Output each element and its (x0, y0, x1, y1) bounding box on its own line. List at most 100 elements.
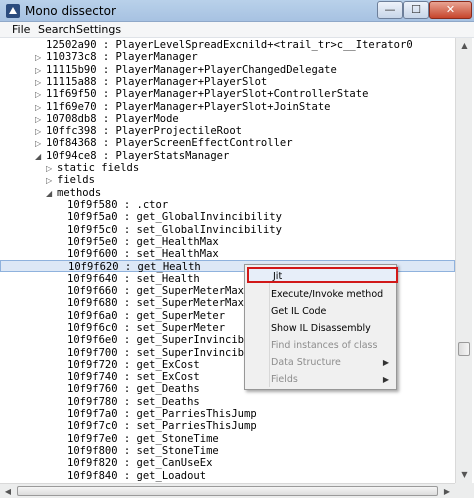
method-row[interactable]: 10f9f600 : set_HealthMax (0, 248, 455, 260)
tree-row-label: 10f9f6c0 : set_SuperMeter (67, 321, 226, 334)
method-row[interactable]: 10f9f7e0 : get_StoneTime (0, 433, 455, 445)
scroll-down-button[interactable]: ▼ (456, 467, 473, 483)
menu-bar: File Search Settings (0, 22, 474, 38)
tree-row-label: 10f9f5a0 : get_GlobalInvincibility (67, 211, 282, 224)
horizontal-scroll-thumb[interactable] (17, 486, 438, 496)
context-item-get-il-code[interactable]: Get IL Code (271, 304, 395, 320)
tree-row-label: 10f9f780 : set_Deaths (67, 395, 200, 408)
tree-row-label: 10f9f5e0 : get_HealthMax (67, 235, 219, 248)
menu-file[interactable]: File (12, 23, 30, 36)
tree-row-label: 10f9f680 : set_SuperMeterMax (67, 297, 245, 310)
expand-arrow-icon[interactable]: ▷ (46, 163, 52, 175)
context-item-label: Get IL Code (271, 306, 327, 317)
method-row[interactable]: 10f9f580 : .ctor (0, 199, 455, 211)
minimize-button[interactable]: — (377, 1, 403, 19)
tree-row-label: 10f84368 : PlayerScreenEffectController (46, 137, 293, 150)
class-row[interactable]: ▷ 10708db8 : PlayerMode (0, 113, 455, 125)
collapse-arrow-icon[interactable]: ◢ (35, 151, 41, 163)
expand-arrow-icon[interactable]: ▷ (35, 65, 41, 77)
class-row[interactable]: ▷ 110373c8 : PlayerManager (0, 51, 455, 63)
method-row[interactable]: 10f9f5a0 : get_GlobalInvincibility (0, 211, 455, 223)
method-row[interactable]: 10f9f780 : set_Deaths (0, 396, 455, 408)
tree-folder-row[interactable]: ◢ methods (0, 187, 455, 199)
context-item-label: Find instances of class (271, 340, 378, 351)
menu-search[interactable]: Search (38, 23, 76, 36)
method-row[interactable]: 10f9f5e0 : get_HealthMax (0, 236, 455, 248)
expand-arrow-icon[interactable]: ▷ (35, 102, 41, 114)
context-item-find-instances-of-class: Find instances of class (271, 338, 395, 354)
tree-row-label: 10f9f800 : set_StoneTime (67, 444, 219, 457)
tree-row-label: fields (57, 174, 95, 187)
method-row[interactable]: 10f9f820 : get_CanUseEx (0, 457, 455, 469)
maximize-button[interactable]: ☐ (403, 1, 429, 19)
tree-row-label: 10f9f6e0 : get_SuperInvincibl (67, 334, 251, 347)
collapse-arrow-icon[interactable]: ◢ (46, 188, 52, 200)
context-item-execute-invoke-method[interactable]: Execute/Invoke method (271, 287, 395, 303)
class-row[interactable]: ▷ 11115a88 : PlayerManager+PlayerSlot (0, 76, 455, 88)
class-row[interactable]: ▷ 11f69e70 : PlayerManager+PlayerSlot+Joi… (0, 101, 455, 113)
tree-row-label: 12502a90 : PlayerLevelSpreadExcnild+<tra… (46, 39, 413, 51)
context-item-label: Execute/Invoke method (271, 289, 384, 300)
tree-row-label: 11115a88 : PlayerManager+PlayerSlot (46, 75, 268, 88)
class-row[interactable]: 12502a90 : PlayerLevelSpreadExcnild+<tra… (0, 39, 455, 51)
tree-row-label: 11f69f50 : PlayerManager+PlayerSlot+Cont… (46, 88, 369, 101)
submenu-arrow-icon: ▶ (382, 375, 389, 384)
tree-folder-row[interactable]: ▷ static fields (0, 162, 455, 174)
tree-row-label: 10f9f7e0 : get_StoneTime (67, 432, 219, 445)
tree-row-label: 11f69e70 : PlayerManager+PlayerSlot+Join… (46, 100, 331, 113)
tree-row-label: methods (57, 186, 102, 199)
tree-row-label: 110373c8 : PlayerManager (46, 51, 198, 64)
class-row[interactable]: ▷ 11f69f50 : PlayerManager+PlayerSlot+Con… (0, 88, 455, 100)
tree-row-label: 10ffc398 : PlayerProjectileRoot (46, 125, 242, 138)
context-item-jit[interactable]: Jit (247, 267, 398, 283)
context-item-label: Show IL Disassembly (271, 323, 371, 334)
scroll-right-button[interactable]: ▶ (439, 484, 455, 498)
class-row[interactable]: ◢ 10f94ce8 : PlayerStatsManager (0, 150, 455, 162)
tree-row-label: 10f9f740 : set_ExCost (67, 371, 200, 384)
tree-row-label: 10f9f640 : set_Health (67, 272, 200, 285)
vertical-scroll-thumb[interactable] (458, 342, 470, 356)
app-icon (6, 4, 20, 18)
context-item-label: Fields (271, 374, 298, 385)
class-row[interactable]: ▷ 10ffc398 : PlayerProjectileRoot (0, 125, 455, 137)
method-row[interactable]: 10f9f840 : get_Loadout (0, 470, 455, 482)
vertical-scrollbar[interactable]: ▲ ▼ (455, 38, 472, 483)
scroll-left-button[interactable]: ◀ (0, 484, 16, 498)
method-row[interactable]: 10f9f800 : set_StoneTime (0, 445, 455, 457)
expand-arrow-icon[interactable]: ▷ (46, 175, 52, 187)
context-item-show-il-disassembly[interactable]: Show IL Disassembly (271, 321, 395, 337)
tree-row-label: static fields (57, 162, 140, 174)
scroll-up-button[interactable]: ▲ (456, 38, 473, 54)
close-button[interactable]: ✕ (429, 1, 472, 19)
tree-row-label: 10f9f720 : get_ExCost (67, 358, 200, 371)
class-row[interactable]: ▷ 11115b90 : PlayerManager+PlayerChangedD… (0, 64, 455, 76)
class-tree-view[interactable]: 12502a90 : PlayerLevelSpreadExcnild+<tra… (0, 38, 455, 483)
tree-row-label: 10f9f600 : set_HealthMax (67, 248, 219, 261)
expand-arrow-icon[interactable]: ▷ (35, 89, 41, 101)
context-item-label: Jit (273, 271, 283, 282)
method-row[interactable]: 10f9f5c0 : set_GlobalInvincibility (0, 224, 455, 236)
title-bar[interactable]: Mono dissector — ☐ ✕ (0, 0, 474, 22)
tree-row-label: 10f9f620 : get_Health (68, 261, 201, 274)
context-item-fields: Fields ▶ (271, 372, 395, 388)
tree-folder-row[interactable]: ▷ fields (0, 174, 455, 186)
expand-arrow-icon[interactable]: ▷ (35, 52, 41, 64)
context-item-label: Data Structure (271, 357, 341, 368)
tree-row-label: 10f9f6a0 : get_SuperMeter (67, 309, 226, 322)
tree-row-label: 10708db8 : PlayerMode (46, 112, 179, 125)
tree-row-label: 10f9f820 : get_CanUseEx (67, 457, 213, 470)
tree-row-label: 10f9f700 : set_SuperInvincibl (67, 346, 251, 359)
expand-arrow-icon[interactable]: ▷ (35, 138, 41, 150)
method-row[interactable]: 10f9f7c0 : set_ParriesThisJump (0, 420, 455, 432)
class-row[interactable]: ▷ 10f84368 : PlayerScreenEffectController (0, 137, 455, 149)
expand-arrow-icon[interactable]: ▷ (35, 126, 41, 138)
method-row[interactable]: 10f9f7a0 : get_ParriesThisJump (0, 408, 455, 420)
expand-arrow-icon[interactable]: ▷ (35, 77, 41, 89)
tree-row-label: 10f9f840 : get_Loadout (67, 469, 207, 482)
horizontal-scrollbar[interactable]: ◀ ▶ (0, 483, 455, 498)
expand-arrow-icon[interactable]: ▷ (35, 114, 41, 126)
context-menu-gutter (269, 267, 270, 387)
menu-settings[interactable]: Settings (76, 23, 121, 36)
tree-row-label: 11115b90 : PlayerManager+PlayerChangedDe… (46, 63, 337, 76)
context-menu: Jit Execute/Invoke method Get IL Code Show … (244, 264, 398, 390)
